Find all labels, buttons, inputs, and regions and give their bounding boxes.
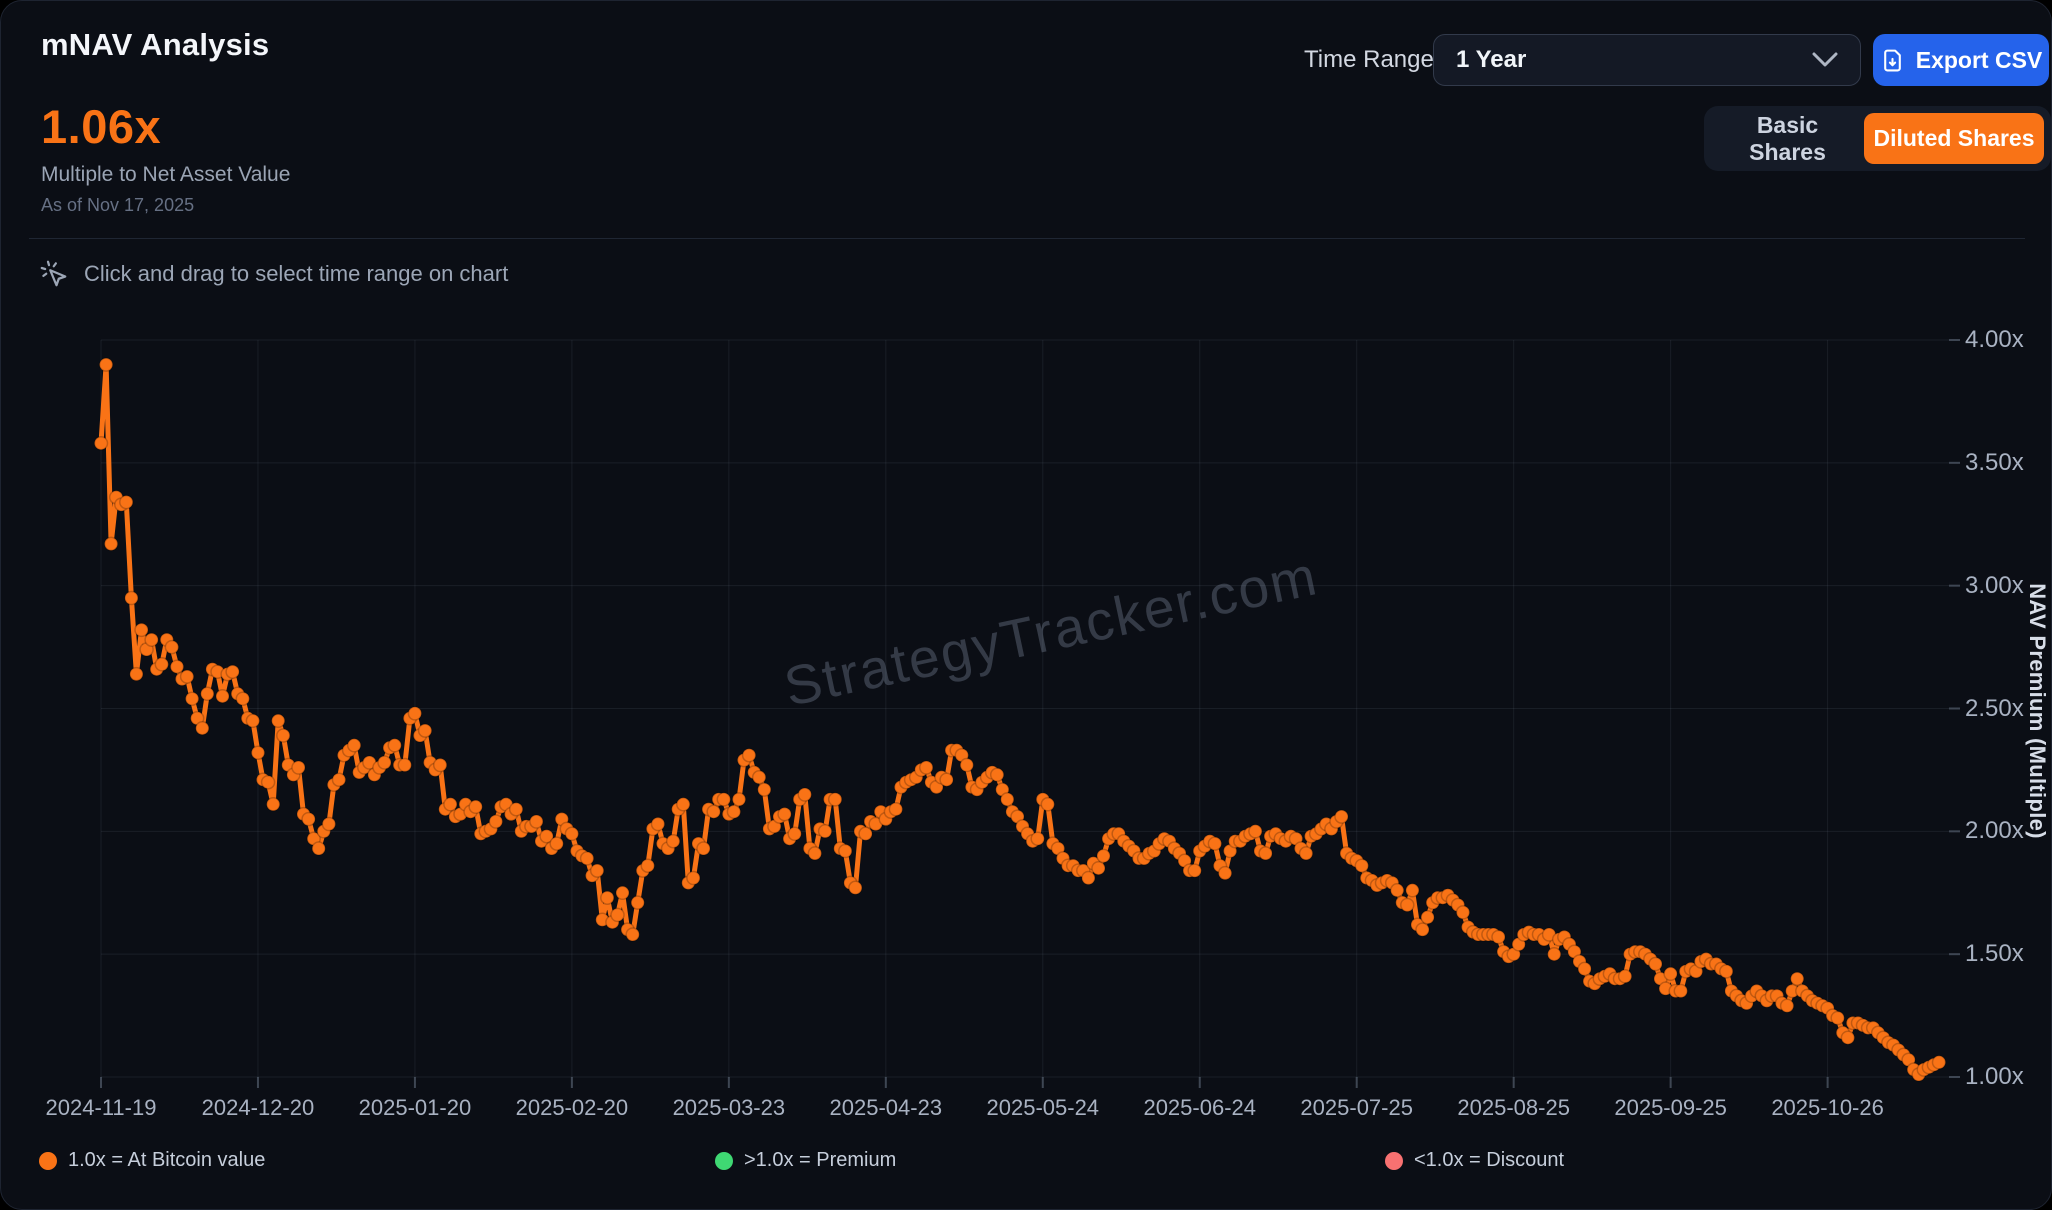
y-tick-label: 4.00x (1965, 325, 2052, 355)
legend-label: <1.0x = Discount (1414, 1149, 1564, 1172)
legend-label: >1.0x = Premium (744, 1149, 896, 1172)
x-tick-label: 2025-06-24 (1120, 1095, 1280, 1121)
file-download-icon (1880, 48, 1905, 73)
chevron-down-icon (1812, 52, 1838, 68)
x-tick-label: 2025-04-23 (806, 1095, 966, 1121)
y-tick-label: 3.00x (1965, 571, 2052, 601)
chart-hint: Click and drag to select time range on c… (39, 259, 508, 289)
x-tick-label: 2025-02-20 (492, 1095, 652, 1121)
x-tick-label: 2024-12-20 (178, 1095, 338, 1121)
legend-item-at-value: 1.0x = At Bitcoin value (39, 1149, 265, 1172)
basic-shares-button[interactable]: Basic Shares (1711, 113, 1864, 164)
y-tick-label: 1.00x (1965, 1062, 2052, 1092)
share-type-toggle: Basic Shares Diluted Shares (1704, 106, 2051, 171)
export-csv-label: Export CSV (1916, 47, 2043, 74)
y-tick-label: 3.50x (1965, 448, 2052, 478)
mnav-value: 1.06x (41, 99, 161, 154)
legend-item-premium: >1.0x = Premium (715, 1149, 896, 1172)
diluted-shares-button[interactable]: Diluted Shares (1864, 113, 2044, 164)
time-range-value: 1 Year (1456, 46, 1526, 74)
chart-drag-select-area[interactable] (101, 340, 1949, 1077)
y-tick-label: 2.00x (1965, 816, 2052, 846)
header-divider (29, 238, 2025, 239)
time-range-label: Time Range: (1304, 46, 1441, 74)
time-range-select[interactable]: 1 Year (1433, 34, 1861, 86)
x-tick-label: 2025-03-23 (649, 1095, 809, 1121)
export-csv-button[interactable]: Export CSV (1873, 34, 2049, 86)
legend-dot-green (715, 1152, 733, 1170)
as-of-date: As of Nov 17, 2025 (41, 195, 194, 216)
legend-item-discount: <1.0x = Discount (1385, 1149, 1564, 1172)
x-tick-label: 2025-07-25 (1277, 1095, 1437, 1121)
x-tick-label: 2024-11-19 (21, 1095, 181, 1121)
y-tick-label: 2.50x (1965, 694, 2052, 724)
page-title: mNAV Analysis (41, 27, 269, 63)
legend-label: 1.0x = At Bitcoin value (68, 1149, 265, 1172)
mnav-analysis-card: mNAV Analysis Time Range: 1 Year Export … (0, 0, 2052, 1210)
legend-dot-orange (39, 1152, 57, 1170)
y-tick-label: 1.50x (1965, 939, 2052, 969)
x-tick-label: 2025-09-25 (1591, 1095, 1751, 1121)
x-tick-label: 2025-10-26 (1748, 1095, 1908, 1121)
legend-dot-red (1385, 1152, 1403, 1170)
chart-hint-text: Click and drag to select time range on c… (84, 261, 508, 287)
x-tick-label: 2025-08-25 (1434, 1095, 1594, 1121)
mnav-value-label: Multiple to Net Asset Value (41, 163, 290, 187)
x-tick-label: 2025-01-20 (335, 1095, 495, 1121)
x-tick-label: 2025-05-24 (963, 1095, 1123, 1121)
cursor-click-icon (39, 259, 69, 289)
